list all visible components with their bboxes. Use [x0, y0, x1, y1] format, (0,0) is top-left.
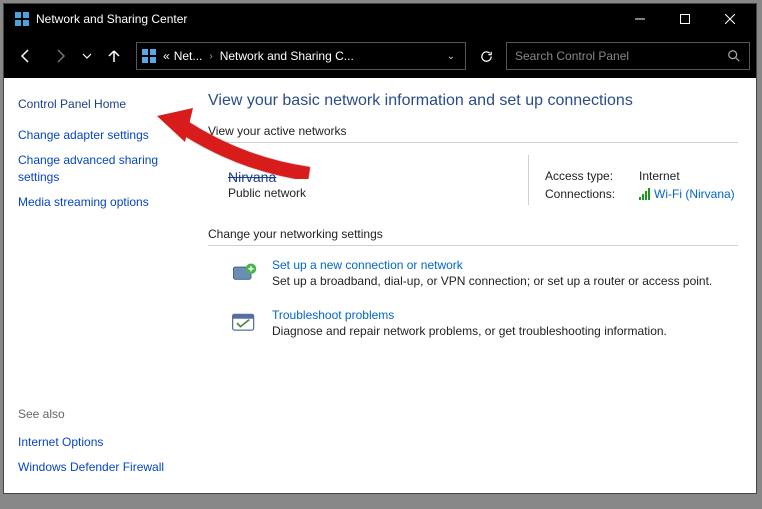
- window-frame: Network and Sharing Center « Net... › Ne…: [3, 3, 757, 494]
- connections-label: Connections:: [545, 187, 631, 201]
- forward-button[interactable]: [44, 40, 76, 72]
- troubleshoot-item: Troubleshoot problems Diagnose and repai…: [208, 308, 738, 340]
- internet-options-link[interactable]: Internet Options: [18, 434, 190, 450]
- refresh-button[interactable]: [472, 42, 500, 70]
- wifi-signal-icon: [639, 188, 650, 200]
- search-placeholder: Search Control Panel: [515, 49, 727, 63]
- network-type: Public network: [228, 186, 516, 200]
- window-title: Network and Sharing Center: [36, 12, 617, 26]
- windows-defender-firewall-link[interactable]: Windows Defender Firewall: [18, 459, 190, 475]
- search-input[interactable]: Search Control Panel: [506, 42, 750, 70]
- control-panel-home-link[interactable]: Control Panel Home: [18, 96, 190, 112]
- minimize-button[interactable]: [617, 4, 662, 34]
- access-type-label: Access type:: [545, 169, 631, 183]
- breadcrumb-level2[interactable]: Network and Sharing C...: [220, 49, 354, 63]
- breadcrumb-level1[interactable]: Net...: [174, 49, 203, 63]
- setup-connection-icon: [228, 258, 260, 290]
- content-pane: View your basic network information and …: [204, 78, 756, 493]
- app-icon: [14, 11, 30, 27]
- media-streaming-link[interactable]: Media streaming options: [18, 194, 190, 210]
- sidebar: Control Panel Home Change adapter settin…: [4, 78, 204, 493]
- setup-connection-item: Set up a new connection or network Set u…: [208, 258, 738, 290]
- troubleshoot-desc: Diagnose and repair network problems, or…: [272, 324, 667, 338]
- active-networks-label: View your active networks: [208, 124, 738, 138]
- window-controls: [617, 4, 752, 34]
- divider: [208, 142, 738, 143]
- change-adapter-settings-link[interactable]: Change adapter settings: [18, 127, 190, 143]
- setup-connection-link[interactable]: Set up a new connection or network: [272, 258, 712, 272]
- see-also-label: See also: [18, 407, 190, 421]
- breadcrumb[interactable]: « Net... › Network and Sharing C... ⌄: [136, 42, 466, 70]
- page-heading: View your basic network information and …: [208, 92, 738, 110]
- search-icon: [727, 49, 741, 63]
- divider: [208, 245, 738, 246]
- troubleshoot-link[interactable]: Troubleshoot problems: [272, 308, 667, 322]
- active-network-block: Nirvana Public network Access type: Inte…: [208, 155, 738, 205]
- wifi-connection-text: Wi-Fi (Nirvana): [654, 187, 735, 201]
- close-button[interactable]: [707, 4, 752, 34]
- breadcrumb-prefix: «: [163, 49, 170, 63]
- network-info-right: Access type: Internet Connections: Wi-Fi…: [528, 155, 738, 205]
- maximize-button[interactable]: [662, 4, 707, 34]
- up-button[interactable]: [98, 40, 130, 72]
- change-advanced-sharing-link[interactable]: Change advanced sharing settings: [18, 152, 190, 184]
- setup-connection-desc: Set up a broadband, dial-up, or VPN conn…: [272, 274, 712, 288]
- back-button[interactable]: [10, 40, 42, 72]
- titlebar: Network and Sharing Center: [4, 4, 756, 34]
- recent-dropdown[interactable]: [78, 40, 96, 72]
- access-type-value: Internet: [639, 169, 680, 183]
- breadcrumb-icon: [141, 48, 157, 64]
- chevron-right-icon: ›: [209, 51, 212, 62]
- network-name: Nirvana: [228, 169, 516, 185]
- body-area: Control Panel Home Change adapter settin…: [4, 78, 756, 493]
- breadcrumb-dropdown[interactable]: ⌄: [441, 51, 461, 62]
- navbar: « Net... › Network and Sharing C... ⌄ Se…: [4, 34, 756, 78]
- network-info-left: Nirvana Public network: [228, 155, 516, 205]
- troubleshoot-icon: [228, 308, 260, 340]
- change-settings-label: Change your networking settings: [208, 227, 738, 241]
- wifi-connection-link[interactable]: Wi-Fi (Nirvana): [639, 187, 735, 201]
